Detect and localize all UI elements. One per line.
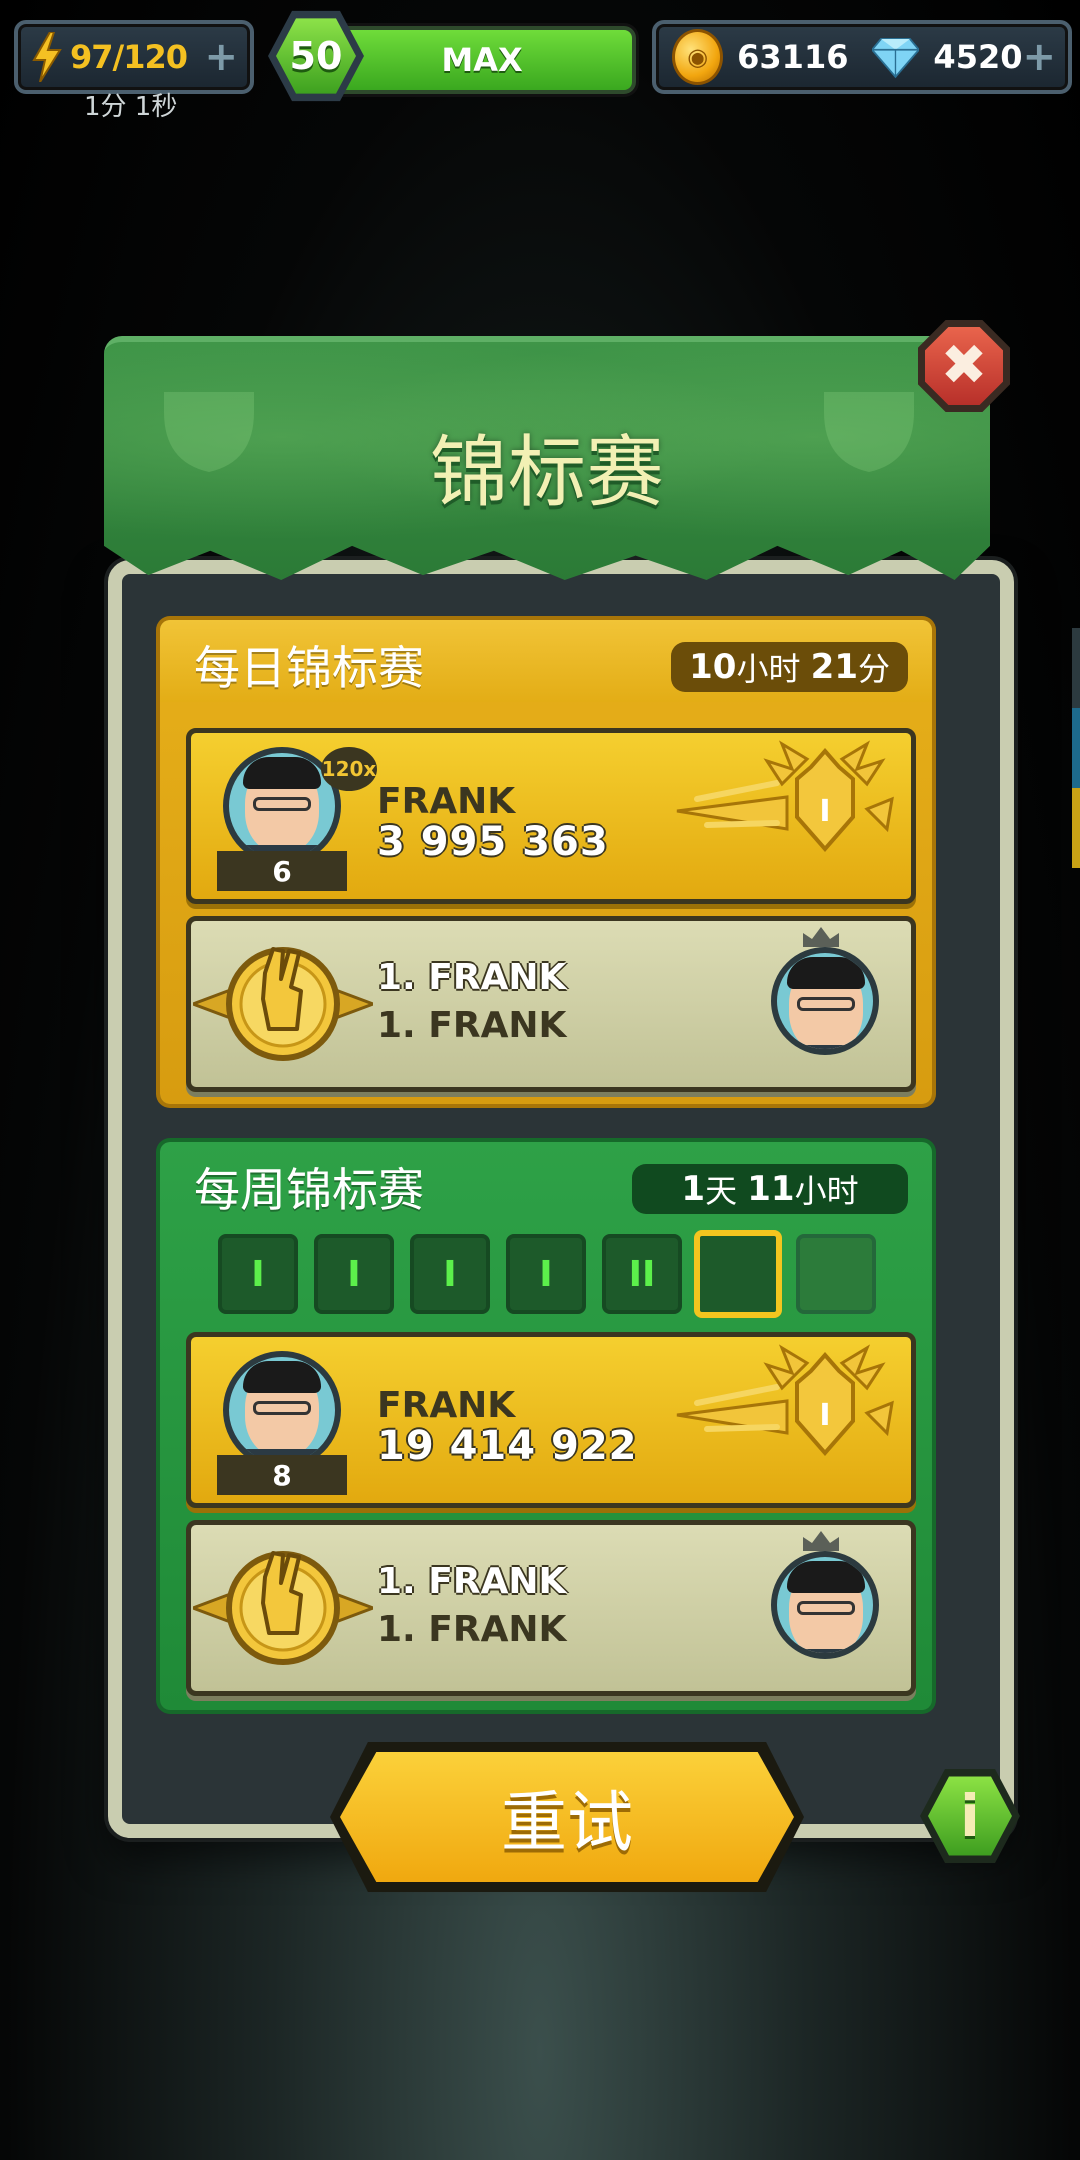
leader-line-1: 1. FRANK bbox=[377, 1561, 567, 1602]
leader-line-2: 1. FRANK bbox=[377, 1609, 567, 1650]
coin-value: 63116 bbox=[737, 38, 849, 76]
day-slot-3: I bbox=[410, 1234, 490, 1314]
edge-strip bbox=[1072, 708, 1080, 788]
leader-line-2: 1. FRANK bbox=[377, 1005, 567, 1046]
victory-hand-icon bbox=[193, 947, 373, 1061]
timer-minutes: 21 bbox=[810, 647, 858, 687]
player-rank: 6 bbox=[217, 851, 347, 891]
leader-line-1: 1. FRANK bbox=[377, 957, 567, 998]
weekly-title: 每周锦标赛 bbox=[194, 1163, 424, 1217]
close-icon: ✖ bbox=[925, 327, 1003, 405]
day-slot-2: I bbox=[314, 1234, 394, 1314]
energy-value: 97/120 bbox=[70, 38, 188, 76]
rank-trophy-icon: I bbox=[676, 1344, 894, 1457]
retry-button[interactable]: 重试 bbox=[330, 1742, 804, 1892]
timer-days: 1 bbox=[681, 1169, 706, 1209]
energy-counter[interactable]: 97/120 + bbox=[14, 20, 254, 94]
timer-unit: 天 bbox=[705, 1172, 738, 1210]
dialog-title: 锦标赛 bbox=[429, 428, 664, 518]
daily-player-card[interactable]: 120x 6 FRANK 3 995 363 I bbox=[186, 728, 916, 904]
avatar bbox=[223, 1351, 341, 1469]
day-slot-6-current bbox=[694, 1230, 782, 1318]
info-icon: i bbox=[928, 1776, 1012, 1856]
multiplier-badge: 120x bbox=[321, 747, 377, 791]
player-score: 19 414 922 bbox=[377, 1423, 638, 1469]
weekly-tournament-section: 每周锦标赛 1天 11 小时 I I I I II 8 FRANK 19 414 … bbox=[160, 1142, 932, 1710]
player-name: FRANK bbox=[377, 781, 516, 822]
daily-header: 每日锦标赛 10 小时 21 分 bbox=[160, 620, 932, 702]
level-number: 50 bbox=[276, 18, 356, 94]
add-energy-icon[interactable]: + bbox=[204, 37, 238, 77]
retry-label: 重试 bbox=[340, 1752, 794, 1882]
weekly-leader-card[interactable]: 1. FRANK 1. FRANK bbox=[186, 1520, 916, 1696]
level-indicator[interactable]: MAX 50 bbox=[268, 8, 638, 104]
day-slot-1: I bbox=[218, 1234, 298, 1314]
xp-bar: MAX bbox=[328, 26, 636, 94]
day-slot-7 bbox=[796, 1234, 876, 1314]
crown-icon bbox=[803, 1531, 839, 1551]
trophy-rank-numeral: I bbox=[819, 794, 830, 829]
lightning-icon bbox=[32, 32, 62, 82]
weekly-player-card[interactable]: 8 FRANK 19 414 922 I bbox=[186, 1332, 916, 1508]
daily-tournament-section: 每日锦标赛 10 小时 21 分 120x 6 FRANK 3 995 363 I bbox=[160, 620, 932, 1104]
daily-timer: 10 小时 21 分 bbox=[671, 642, 908, 692]
timer-hours: 10 bbox=[689, 647, 737, 687]
timer-unit: 分 bbox=[857, 650, 890, 688]
edge-strip bbox=[1072, 788, 1080, 868]
day-slot-5: II bbox=[602, 1234, 682, 1314]
timer-unit: 小时 bbox=[794, 1172, 859, 1210]
currency-counter[interactable]: ◉ 63116 4520 + bbox=[652, 20, 1072, 94]
diamond-icon bbox=[872, 38, 920, 79]
coin-icon: ◉ bbox=[672, 29, 724, 85]
energy-refill-timer: 1分 1秒 bbox=[84, 92, 178, 122]
timer-unit: 小时 bbox=[736, 650, 801, 688]
player-score: 3 995 363 bbox=[377, 819, 609, 865]
add-currency-icon[interactable]: + bbox=[1022, 37, 1056, 77]
gem-value: 4520 bbox=[933, 38, 1023, 76]
daily-title: 每日锦标赛 bbox=[194, 641, 424, 695]
crown-icon bbox=[803, 927, 839, 947]
weekly-timer: 1天 11 小时 bbox=[632, 1164, 908, 1214]
edge-strip bbox=[1072, 628, 1080, 708]
player-name: FRANK bbox=[377, 1385, 516, 1426]
trophy-rank-numeral: I bbox=[819, 1398, 830, 1433]
daily-leader-card[interactable]: 1. FRANK 1. FRANK bbox=[186, 916, 916, 1092]
player-rank: 8 bbox=[217, 1455, 347, 1495]
leader-avatar bbox=[771, 947, 879, 1055]
victory-hand-icon bbox=[193, 1551, 373, 1665]
timer-hours: 11 bbox=[747, 1169, 795, 1209]
leader-avatar bbox=[771, 1551, 879, 1659]
day-slot-4: I bbox=[506, 1234, 586, 1314]
rank-trophy-icon: I bbox=[676, 740, 894, 853]
